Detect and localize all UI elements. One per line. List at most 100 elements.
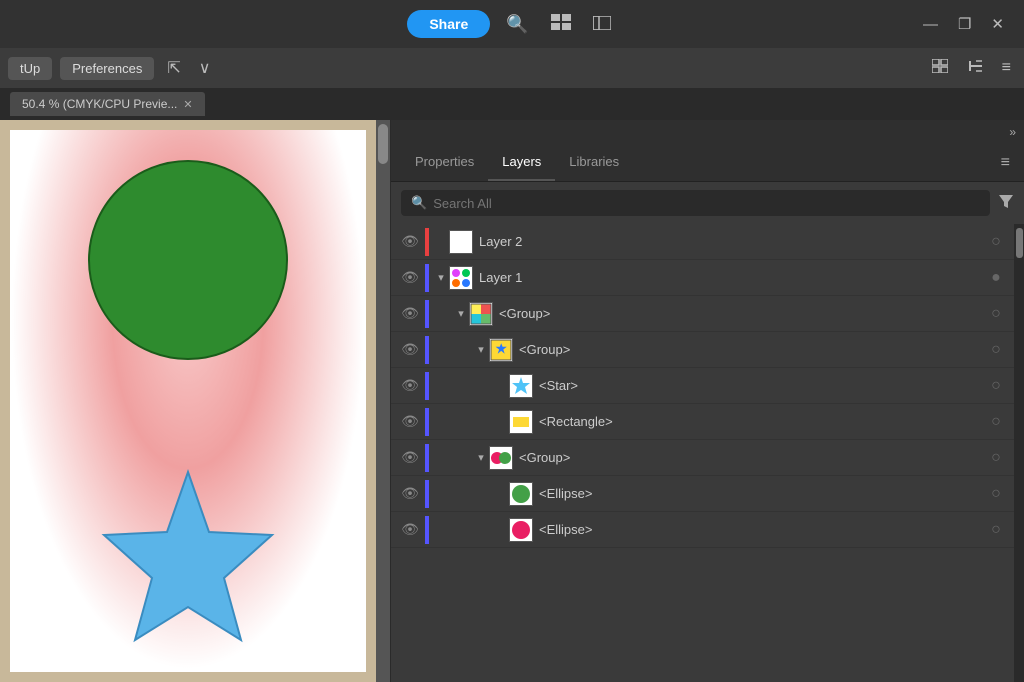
restore-button[interactable]: ❐: [950, 12, 979, 36]
layer-color-bar: [425, 408, 429, 436]
expand-icon[interactable]: ▾: [473, 343, 489, 356]
layer-row[interactable]: 👁 ▾: [391, 296, 1014, 332]
visibility-icon[interactable]: 👁: [399, 521, 421, 538]
layer-circle-button[interactable]: ○: [986, 449, 1006, 467]
expand-icon[interactable]: ▾: [473, 451, 489, 464]
close-button[interactable]: ✕: [983, 12, 1012, 36]
layer-row[interactable]: 👁 <Ellipse> ○: [391, 512, 1014, 548]
panel-inner: 👁 Layer 2 ○ 👁 ▾: [391, 224, 1024, 682]
grid2-icon[interactable]: [927, 56, 953, 81]
layer-row[interactable]: 👁 ▾ <Group> ○: [391, 332, 1014, 368]
layer-row[interactable]: 👁 ▾ <Group> ○: [391, 440, 1014, 476]
layer-color-bar: [425, 264, 429, 292]
tab-close-icon[interactable]: ✕: [183, 98, 192, 111]
document-tab[interactable]: 50.4 % (CMYK/CPU Previe... ✕: [10, 92, 205, 116]
layer-color-bar: [425, 516, 429, 544]
green-circle: [88, 160, 288, 360]
layer-row[interactable]: 👁 Layer 2 ○: [391, 224, 1014, 260]
search-input[interactable]: [433, 196, 980, 211]
layer-circle-button[interactable]: ○: [986, 233, 1006, 251]
panel-icon[interactable]: [587, 10, 617, 39]
layer-circle-button[interactable]: ○: [986, 377, 1006, 395]
layer-circle-button[interactable]: ○: [986, 413, 1006, 431]
layer-name: <Ellipse>: [539, 486, 986, 501]
right-panel: » Properties Layers Libraries ≡ 🔍: [390, 120, 1024, 682]
visibility-icon[interactable]: 👁: [399, 233, 421, 250]
layer-name: Layer 2: [479, 234, 986, 249]
search-bar: 🔍: [391, 182, 1024, 224]
title-bar: Share 🔍 — ❐ ✕: [0, 0, 1024, 48]
layer-circle-button[interactable]: ○: [986, 521, 1006, 539]
layers-scroll-thumb: [1016, 228, 1023, 258]
title-bar-center: Share 🔍: [407, 10, 616, 39]
title-bar-controls: — ❐ ✕: [915, 0, 1012, 48]
panel-tabs: Properties Layers Libraries ≡: [391, 144, 1024, 182]
tab-properties[interactable]: Properties: [401, 144, 488, 181]
layer-name: <Rectangle>: [539, 414, 986, 429]
layer-thumbnail: [449, 266, 473, 290]
setup-button[interactable]: tUp: [8, 57, 52, 80]
expand-icon[interactable]: ▾: [453, 307, 469, 320]
layer-row[interactable]: 👁 ▾ Layer 1 ●: [391, 260, 1014, 296]
visibility-icon[interactable]: 👁: [399, 341, 421, 358]
canvas-scrollbar[interactable]: [376, 120, 390, 682]
layer-thumbnail: [489, 446, 513, 470]
list-icon[interactable]: ≡: [997, 56, 1016, 80]
layer-row[interactable]: 👁 <Star> ○: [391, 368, 1014, 404]
layer-color-bar: [425, 228, 429, 256]
search-input-wrap: 🔍: [401, 190, 990, 216]
search-input-icon: 🔍: [411, 195, 427, 211]
artwork-background: [10, 130, 366, 672]
layer-circle-button[interactable]: ○: [986, 305, 1006, 323]
layer-color-bar: [425, 300, 429, 328]
minimize-button[interactable]: —: [915, 13, 946, 36]
align-icon[interactable]: [961, 56, 989, 81]
layer-circle-button[interactable]: ○: [986, 485, 1006, 503]
layer-color-bar: [425, 480, 429, 508]
layer-circle-button[interactable]: ○: [986, 341, 1006, 359]
canvas-viewport[interactable]: [0, 120, 376, 682]
main-content: » Properties Layers Libraries ≡ 🔍: [0, 120, 1024, 682]
layer-row[interactable]: 👁 <Rectangle> ○: [391, 404, 1014, 440]
visibility-icon[interactable]: 👁: [399, 305, 421, 322]
visibility-icon[interactable]: 👁: [399, 413, 421, 430]
expand-icon[interactable]: ▾: [433, 271, 449, 284]
canvas-area: [0, 120, 390, 682]
layer-name: <Star>: [539, 378, 986, 393]
search-icon[interactable]: 🔍: [500, 10, 534, 39]
blue-star: [78, 452, 298, 672]
cursor-icon[interactable]: ⇱: [162, 55, 185, 81]
layers-scrollbar[interactable]: [1014, 224, 1024, 682]
toolbar: tUp Preferences ⇱ ∨ ≡: [0, 48, 1024, 88]
layer-name: Layer 1: [479, 270, 986, 285]
layer-name: <Group>: [519, 450, 986, 465]
layer-name: <Group>: [519, 342, 986, 357]
visibility-icon[interactable]: 👁: [399, 269, 421, 286]
share-button[interactable]: Share: [407, 10, 490, 38]
visibility-icon[interactable]: 👁: [399, 485, 421, 502]
chevron-down-icon[interactable]: ∨: [194, 55, 216, 81]
layer-name: <Group>: [499, 306, 986, 321]
layer-thumbnail: [509, 410, 533, 434]
layer-color-bar: [425, 372, 429, 400]
panel-menu-icon[interactable]: ≡: [997, 150, 1014, 176]
tab-libraries[interactable]: Libraries: [555, 144, 633, 181]
layer-circle-button[interactable]: ●: [986, 269, 1006, 287]
filter-icon[interactable]: [998, 193, 1014, 214]
layer-name: <Ellipse>: [539, 522, 986, 537]
layer-color-bar: [425, 336, 429, 364]
visibility-icon[interactable]: 👁: [399, 449, 421, 466]
layer-thumbnail: [449, 230, 473, 254]
grid-icon[interactable]: [545, 10, 577, 39]
app-frame: Share 🔍 — ❐ ✕ tU: [0, 0, 1024, 682]
layer-thumbnail: [469, 302, 493, 326]
layer-row[interactable]: 👁 <Ellipse> ○: [391, 476, 1014, 512]
canvas-document: [10, 130, 366, 672]
visibility-icon[interactable]: 👁: [399, 377, 421, 394]
double-chevron-icon[interactable]: »: [1009, 125, 1016, 139]
preferences-button[interactable]: Preferences: [60, 57, 154, 80]
tab-layers[interactable]: Layers: [488, 144, 555, 181]
layers-list[interactable]: 👁 Layer 2 ○ 👁 ▾: [391, 224, 1014, 682]
tab-label: 50.4 % (CMYK/CPU Previe...: [22, 97, 177, 111]
layer-thumbnail: [509, 374, 533, 398]
